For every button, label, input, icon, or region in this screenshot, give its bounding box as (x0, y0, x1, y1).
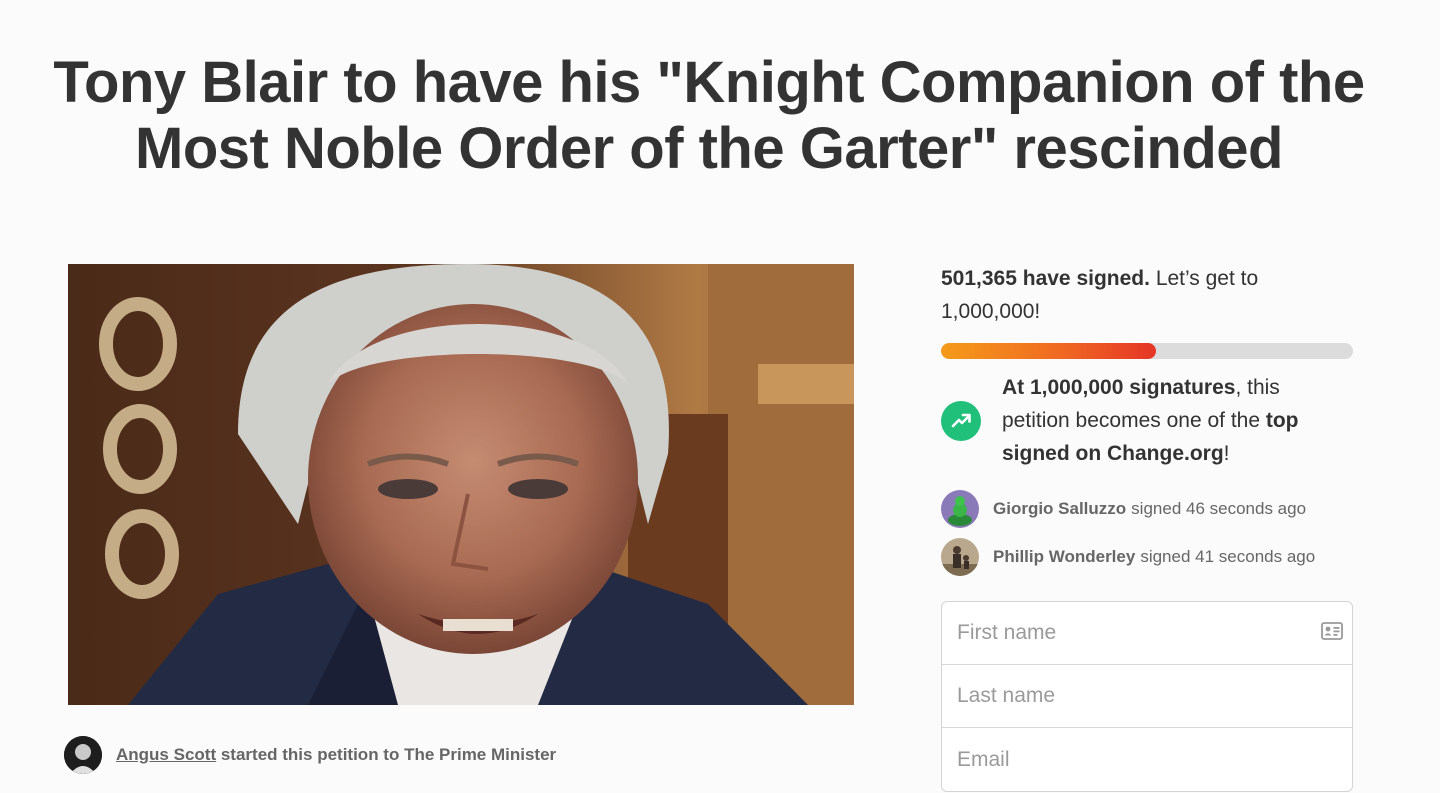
milestone-text: At 1,000,000 signatures, this petition b… (1002, 371, 1342, 470)
starter-avatar[interactable] (64, 736, 102, 774)
signer-time: signed 46 seconds ago (1131, 499, 1307, 518)
first-name-input[interactable] (942, 602, 1352, 664)
last-name-input[interactable] (942, 665, 1352, 727)
trending-up-icon (941, 400, 981, 441)
milestone-end: ! (1223, 442, 1230, 465)
milestone-bold: At 1,000,000 signatures (1002, 376, 1236, 399)
petition-photo (68, 264, 854, 705)
signature-panel: 501,365 have signed. Let’s get to 1,000,… (941, 262, 1353, 792)
milestone-callout: At 1,000,000 signatures, this petition b… (941, 371, 1353, 470)
signer-time: signed 41 seconds ago (1140, 547, 1316, 566)
signer-avatar (941, 538, 979, 576)
recent-signer: Giorgio Salluzzo signed 46 seconds ago (941, 489, 1353, 529)
contact-card-icon[interactable] (1321, 622, 1343, 645)
email-field-wrapper (942, 728, 1352, 791)
signer-name: Giorgio Salluzzo (993, 499, 1127, 518)
recent-signers-list: Giorgio Salluzzo signed 46 seconds ago P… (941, 489, 1353, 577)
signature-count-number: 501,365 have signed. (941, 267, 1150, 290)
signature-progress-bar (941, 343, 1353, 359)
sign-form (941, 601, 1353, 792)
signer-avatar (941, 490, 979, 528)
first-name-field-wrapper (942, 602, 1352, 665)
signer-name: Phillip Wonderley (993, 547, 1136, 566)
petition-title: Tony Blair to have his "Knight Companion… (53, 50, 1365, 181)
email-input[interactable] (942, 728, 1352, 791)
petition-starter: Angus Scott started this petition to The… (64, 735, 556, 775)
starter-text: started this petition to The Prime Minis… (220, 745, 557, 764)
last-name-field-wrapper (942, 665, 1352, 728)
signature-count: 501,365 have signed. Let’s get to 1,000,… (941, 262, 1353, 328)
recent-signer: Phillip Wonderley signed 41 seconds ago (941, 537, 1353, 577)
signature-progress-fill (941, 343, 1156, 359)
starter-name-link[interactable]: Angus Scott (116, 745, 216, 764)
